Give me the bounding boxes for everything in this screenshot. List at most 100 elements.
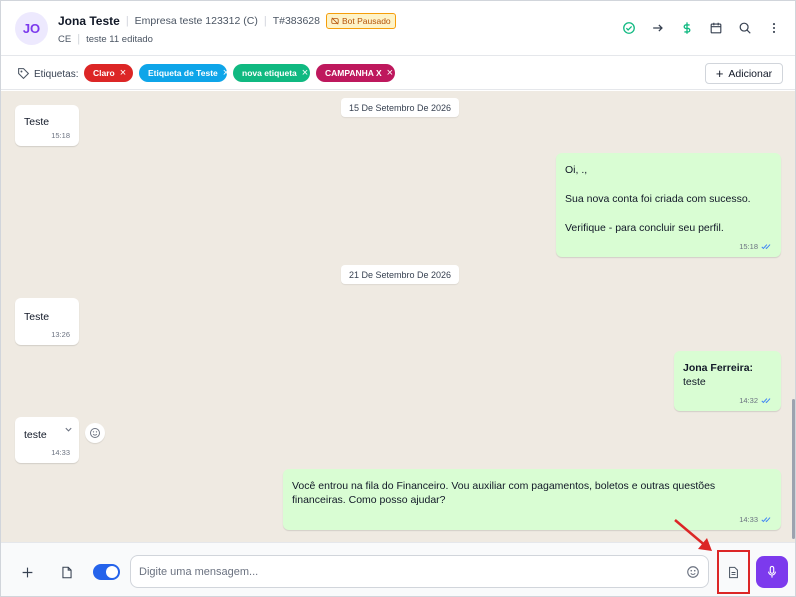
message-line: Verifique - para concluir seu perfil.: [565, 222, 724, 234]
message-bubble-outgoing[interactable]: Você entrou na fila do Financeiro. Vou a…: [283, 469, 781, 530]
date-separator: 15 De Setembro De 2026: [341, 98, 460, 117]
conversation-header: JO Jona Teste | Empresa teste 123312 (C)…: [1, 1, 795, 56]
add-tag-label: Adicionar: [728, 67, 773, 80]
message-time: 14:33: [51, 448, 70, 457]
tags-label: Etiquetas:: [34, 69, 79, 80]
tag-chip[interactable]: nova etiqueta ×: [233, 64, 310, 82]
message-time: 15:18: [739, 242, 772, 251]
separator: |: [77, 33, 81, 45]
contact-name[interactable]: Jona Teste: [58, 14, 120, 28]
message-line: Oi, .,: [565, 164, 588, 176]
message-timestamp: 14:32: [739, 396, 758, 405]
message-line-blank: [565, 177, 751, 192]
remove-tag-icon[interactable]: ×: [223, 67, 229, 79]
tag-chip[interactable]: Etiqueta de Teste ×: [139, 64, 229, 82]
calendar-icon: [710, 22, 722, 34]
search-icon: [739, 22, 751, 34]
message-timestamp: 15:18: [51, 131, 70, 140]
plus-icon: +: [715, 66, 724, 81]
message-input[interactable]: [139, 563, 669, 581]
check-circle-icon: [623, 22, 635, 34]
status-badge: Bot Pausado: [325, 13, 396, 29]
message-line: teste: [683, 376, 706, 388]
message-input-box: [130, 555, 709, 588]
more-options-button[interactable]: [765, 17, 783, 39]
add-tag-button[interactable]: + Adicionar: [705, 63, 783, 84]
schedule-button[interactable]: [707, 17, 725, 39]
message-line: Teste: [24, 311, 50, 323]
transfer-button[interactable]: [649, 17, 667, 39]
tag-icon: [18, 68, 30, 80]
message-bubble-incoming[interactable]: Teste 15:18: [15, 105, 79, 146]
voice-record-button[interactable]: [756, 556, 788, 588]
scrollbar-thumb[interactable]: [792, 399, 795, 539]
bot-paused-icon: [331, 17, 339, 25]
chevron-down-icon[interactable]: [64, 425, 73, 434]
date-separator: 21 De Setembro De 2026: [341, 265, 460, 284]
microphone-icon: [768, 565, 776, 578]
attach-more-button[interactable]: [18, 563, 36, 581]
message-text: Teste: [24, 115, 49, 129]
search-button[interactable]: [736, 17, 754, 39]
tag-chip[interactable]: CAMPANHA X ×: [316, 64, 395, 82]
contact-state: CE: [58, 33, 72, 45]
message-line: Teste: [24, 116, 50, 128]
ticket-id: T#383628: [272, 15, 320, 27]
message-bubble-outgoing[interactable]: Oi, ., Sua nova conta foi criada com suc…: [556, 153, 781, 257]
company-name: Empresa teste 123312 (C): [134, 15, 258, 27]
message-text: Jona Ferreira: teste: [683, 361, 753, 389]
message-timestamp: 15:18: [739, 242, 758, 251]
tags-bar: Etiquetas: Claro × Etiqueta de Teste × n…: [1, 57, 795, 90]
message-time: 15:18: [51, 131, 70, 140]
tag-label: CAMPANHA X: [325, 68, 382, 78]
message-composer: [1, 542, 795, 596]
separator: |: [125, 15, 129, 27]
more-vertical-icon: [772, 23, 776, 33]
remove-tag-icon[interactable]: ×: [302, 67, 308, 79]
message-text: Teste: [24, 310, 49, 324]
file-icon: [62, 566, 72, 578]
emoji-icon[interactable]: [686, 565, 700, 579]
message-timestamp: 13:26: [51, 330, 70, 339]
contact-note: teste 11 editado: [86, 33, 153, 45]
tag-label: nova etiqueta: [242, 68, 297, 78]
message-bubble-outgoing[interactable]: Jona Ferreira: teste 14:32: [674, 351, 781, 411]
double-check-icon: [761, 244, 771, 250]
tag-chip[interactable]: Claro ×: [84, 64, 133, 82]
avatar[interactable]: JO: [15, 12, 48, 45]
message-timestamp: 14:33: [739, 515, 758, 524]
message-time: 14:33: [739, 515, 772, 524]
message-text: Oi, ., Sua nova conta foi criada com suc…: [565, 163, 751, 235]
double-check-icon: [761, 517, 771, 523]
signature-toggle[interactable]: [93, 564, 120, 580]
quick-message-button[interactable]: [717, 550, 750, 594]
arrow-right-icon: [653, 24, 663, 32]
message-time: 13:26: [51, 330, 70, 339]
tag-label: Claro: [93, 68, 115, 78]
tag-label: Etiqueta de Teste: [148, 68, 218, 78]
message-text: Você entrou na fila do Financeiro. Vou a…: [292, 479, 715, 507]
message-line: financeiras. Como posso ajudar?: [292, 494, 446, 506]
message-line: teste: [24, 429, 47, 441]
header-actions: [620, 17, 783, 39]
smile-icon: [90, 428, 100, 438]
message-timestamp: 14:33: [51, 448, 70, 457]
payment-button[interactable]: [678, 17, 696, 39]
message-time: 14:32: [739, 396, 772, 405]
chat-window: JO Jona Teste | Empresa teste 123312 (C)…: [0, 0, 796, 597]
message-bubble-incoming[interactable]: teste 14:33: [15, 417, 79, 463]
message-line-blank: [565, 206, 751, 221]
message-text: teste: [24, 428, 47, 442]
status-badge-label: Bot Pausado: [341, 16, 391, 26]
remove-tag-icon[interactable]: ×: [387, 67, 393, 79]
dollar-icon: [683, 22, 691, 34]
message-bubble-incoming[interactable]: Teste 13:26: [15, 298, 79, 345]
message-line: Sua nova conta foi criada com sucesso.: [565, 193, 751, 205]
header-row-1: Jona Teste | Empresa teste 123312 (C) | …: [58, 13, 396, 29]
message-line: Você entrou na fila do Financeiro. Vou a…: [292, 480, 716, 492]
remove-tag-icon[interactable]: ×: [120, 67, 126, 79]
message-list[interactable]: 15 De Setembro De 2026 Teste 15:18 Oi, .…: [1, 91, 795, 542]
react-button[interactable]: [85, 423, 105, 443]
file-button[interactable]: [58, 563, 76, 581]
resolve-button[interactable]: [620, 17, 638, 39]
